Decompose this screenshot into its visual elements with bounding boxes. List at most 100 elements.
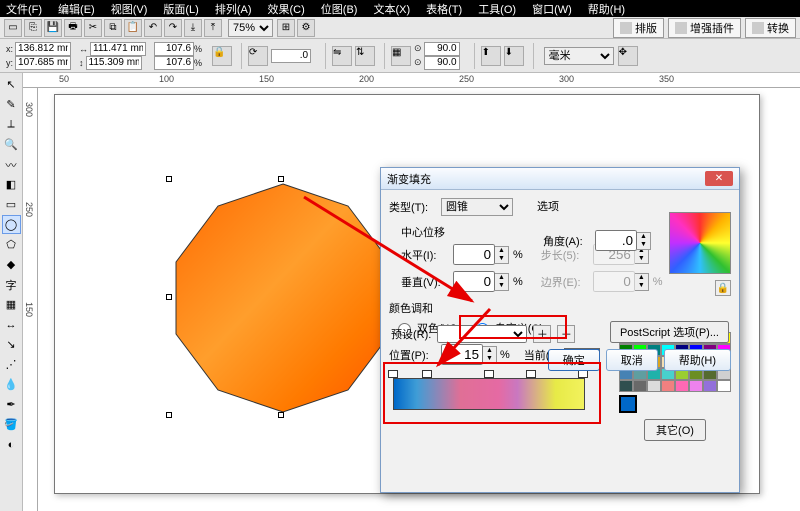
- ok-button[interactable]: 确定: [548, 349, 600, 371]
- toback-icon[interactable]: ⬇: [504, 46, 524, 66]
- options-icon[interactable]: ⚙: [297, 19, 315, 37]
- angle-input[interactable]: [271, 49, 311, 63]
- sx-input[interactable]: [154, 42, 194, 56]
- y-input[interactable]: [15, 56, 71, 70]
- freehand-tool-icon[interactable]: 〰: [2, 155, 21, 174]
- rot2-input[interactable]: [424, 56, 460, 70]
- crop-tool-icon[interactable]: ⟂: [2, 115, 21, 134]
- export-icon[interactable]: ⤒: [204, 19, 222, 37]
- h-input[interactable]: [86, 56, 142, 70]
- dimension-tool-icon[interactable]: ↔: [2, 315, 21, 334]
- menu-file[interactable]: 文件(F): [6, 1, 42, 17]
- x-input[interactable]: [15, 42, 71, 56]
- gradient-stop[interactable]: [526, 370, 536, 378]
- fill-tool-icon[interactable]: 🪣: [2, 415, 21, 434]
- tofront-icon[interactable]: ⬆: [481, 46, 501, 66]
- interactive-fill-icon[interactable]: ◐: [2, 435, 21, 454]
- close-icon[interactable]: ✕: [705, 171, 733, 186]
- color-swatch[interactable]: [661, 380, 675, 392]
- postscript-options-button[interactable]: PostScript 选项(P)...: [610, 321, 729, 343]
- table-tool-icon[interactable]: ▦: [2, 295, 21, 314]
- rectangle-tool-icon[interactable]: ▭: [2, 195, 21, 214]
- w-input[interactable]: [90, 42, 146, 56]
- menu-tools[interactable]: 工具(O): [478, 1, 516, 17]
- pick-tool-icon[interactable]: ↖: [2, 75, 21, 94]
- convert-button[interactable]: 转换: [745, 18, 796, 38]
- horizontal-spinner[interactable]: ▲▼: [495, 246, 509, 264]
- help-button[interactable]: 帮助(H): [664, 349, 731, 371]
- undo-icon[interactable]: ↶: [144, 19, 162, 37]
- smartfill-tool-icon[interactable]: ◧: [2, 175, 21, 194]
- shape-tool-icon[interactable]: ✎: [2, 95, 21, 114]
- menu-layout[interactable]: 版面(L): [163, 1, 198, 17]
- menu-bitmap[interactable]: 位图(B): [321, 1, 358, 17]
- nudge-icon[interactable]: ✥: [618, 46, 638, 66]
- ellipse-tool-icon[interactable]: ◯: [2, 215, 21, 234]
- cut-icon[interactable]: ✂: [84, 19, 102, 37]
- new-icon[interactable]: ▭: [4, 19, 22, 37]
- eyedropper-icon[interactable]: 💧: [2, 375, 21, 394]
- copy-icon[interactable]: ⧉: [104, 19, 122, 37]
- angle-spinner[interactable]: ▲▼: [637, 232, 651, 250]
- blend-tool-icon[interactable]: ⋰: [2, 355, 21, 374]
- zoom-tool-icon[interactable]: 🔍: [2, 135, 21, 154]
- gradient-stop[interactable]: [422, 370, 432, 378]
- cancel-button[interactable]: 取消: [606, 349, 658, 371]
- menu-effects[interactable]: 效果(C): [268, 1, 305, 17]
- plugins-button[interactable]: 增强插件: [668, 18, 741, 38]
- position-spinner[interactable]: ▲▼: [483, 346, 497, 364]
- type-select[interactable]: 圆锥: [441, 198, 513, 216]
- mirror-h-icon[interactable]: ⇋: [332, 46, 352, 66]
- outline-tool-icon[interactable]: ✒: [2, 395, 21, 414]
- redo-icon[interactable]: ↷: [164, 19, 182, 37]
- menu-arrange[interactable]: 排列(A): [215, 1, 252, 17]
- menu-help[interactable]: 帮助(H): [588, 1, 625, 17]
- menu-text[interactable]: 文本(X): [373, 1, 410, 17]
- units-select[interactable]: 毫米: [544, 47, 614, 65]
- gradient-stop[interactable]: [484, 370, 494, 378]
- basic-shapes-icon[interactable]: ◆: [2, 255, 21, 274]
- open-icon[interactable]: ⎘: [24, 19, 42, 37]
- sy-input[interactable]: [154, 56, 194, 70]
- position-input[interactable]: [441, 344, 483, 365]
- dialog-titlebar[interactable]: 渐变填充 ✕: [381, 168, 739, 190]
- lock-ratio-icon[interactable]: 🔒: [212, 46, 232, 66]
- rot1-input[interactable]: [424, 42, 460, 56]
- gradient-stop[interactable]: [388, 370, 398, 378]
- polygon-tool-icon[interactable]: ⬠: [2, 235, 21, 254]
- menu-view[interactable]: 视图(V): [111, 1, 148, 17]
- snap-icon[interactable]: ⊞: [277, 19, 295, 37]
- menu-table[interactable]: 表格(T): [426, 1, 462, 17]
- text-tool-icon[interactable]: 字: [2, 275, 21, 294]
- preset-remove-icon[interactable]: －: [557, 325, 575, 343]
- color-swatch[interactable]: [633, 380, 647, 392]
- mirror-v-icon[interactable]: ⇅: [355, 46, 375, 66]
- gradient-ramp[interactable]: [393, 378, 585, 410]
- import-icon[interactable]: ⤓: [184, 19, 202, 37]
- color-swatch[interactable]: [703, 380, 717, 392]
- color-swatch[interactable]: [619, 380, 633, 392]
- vertical-spinner[interactable]: ▲▼: [495, 273, 509, 291]
- horizontal-input[interactable]: [453, 244, 495, 265]
- polygon-shape[interactable]: [168, 178, 398, 418]
- rotate-icon[interactable]: ⟳: [248, 46, 268, 66]
- vertical-input[interactable]: [453, 271, 495, 292]
- angle-input[interactable]: [595, 230, 637, 251]
- color-swatch[interactable]: [689, 380, 703, 392]
- gradient-stop[interactable]: [578, 370, 588, 378]
- print-icon[interactable]: 🖶: [64, 19, 82, 37]
- selected-swatch[interactable]: [619, 395, 637, 413]
- menu-edit[interactable]: 编辑(E): [58, 1, 95, 17]
- typeset-button[interactable]: 排版: [613, 18, 664, 38]
- zoom-select[interactable]: 75%: [228, 19, 273, 37]
- color-swatch[interactable]: [675, 380, 689, 392]
- lock-icon[interactable]: 🔒: [715, 280, 731, 296]
- color-swatch[interactable]: [647, 380, 661, 392]
- connector-tool-icon[interactable]: ↘: [2, 335, 21, 354]
- paste-icon[interactable]: 📋: [124, 19, 142, 37]
- other-colors-button[interactable]: 其它(O): [644, 419, 706, 441]
- menu-window[interactable]: 窗口(W): [532, 1, 572, 17]
- preset-select[interactable]: [437, 325, 527, 343]
- color-swatch[interactable]: [717, 380, 731, 392]
- preset-add-icon[interactable]: ＋: [533, 325, 551, 343]
